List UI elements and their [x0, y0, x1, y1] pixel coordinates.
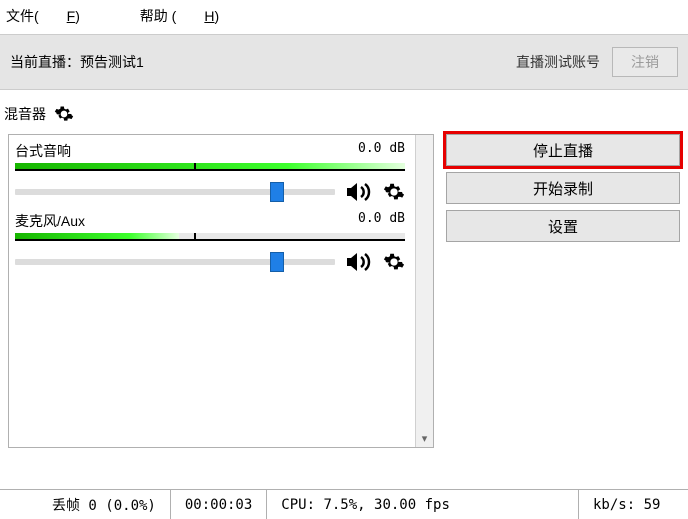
status-cpu-fps: CPU: 7.5%, 30.00 fps: [266, 490, 578, 519]
settings-button[interactable]: 设置: [446, 210, 680, 242]
level-meter: [15, 233, 405, 241]
channel-name: 麦克风/Aux: [15, 211, 85, 231]
stream-info-bar: 当前直播：预告测试1 直播测试账号 注销: [0, 34, 688, 90]
audio-channel: 台式音响 0.0 dB: [15, 139, 405, 203]
speaker-icon[interactable]: [345, 181, 373, 203]
current-stream-label: 当前直播：预告测试1: [10, 52, 144, 72]
slider-thumb[interactable]: [270, 182, 284, 202]
gear-icon[interactable]: [383, 251, 405, 273]
status-bar: 丢帧 0 (0.0%) 00:00:03 CPU: 7.5%, 30.00 fp…: [0, 489, 688, 519]
controls-column: 停止直播 开始录制 设置: [446, 134, 680, 448]
volume-slider[interactable]: [15, 259, 335, 265]
status-timecode: 00:00:03: [170, 490, 266, 519]
account-name: 直播测试账号: [516, 52, 600, 72]
status-bitrate: kb/s: 59: [578, 490, 688, 519]
gear-icon[interactable]: [383, 181, 405, 203]
level-meter: [15, 163, 405, 171]
menu-help[interactable]: 帮助 (H): [140, 8, 247, 24]
stop-stream-button[interactable]: 停止直播: [446, 134, 680, 166]
channel-level: 0.0 dB: [71, 141, 405, 161]
gear-icon[interactable]: [54, 104, 74, 124]
menu-file[interactable]: 文件(F): [6, 8, 108, 24]
mixer-panel: 台式音响 0.0 dB 麦克风/Aux: [8, 134, 434, 448]
volume-slider[interactable]: [15, 189, 335, 195]
scrollbar[interactable]: ▾: [415, 135, 433, 447]
chevron-down-icon[interactable]: ▾: [416, 430, 433, 447]
menu-bar: 文件(F) 帮助 (H): [0, 0, 688, 34]
mixer-title-label: 混音器: [4, 104, 46, 124]
speaker-icon[interactable]: [345, 251, 373, 273]
mixer-header: 混音器: [0, 90, 688, 134]
audio-channel: 麦克风/Aux 0.0 dB: [15, 209, 405, 273]
slider-thumb[interactable]: [270, 252, 284, 272]
start-record-button[interactable]: 开始录制: [446, 172, 680, 204]
channel-name: 台式音响: [15, 141, 71, 161]
status-dropped-frames: 丢帧 0 (0.0%): [0, 490, 170, 519]
logout-button[interactable]: 注销: [612, 47, 678, 77]
channel-level: 0.0 dB: [85, 211, 405, 231]
